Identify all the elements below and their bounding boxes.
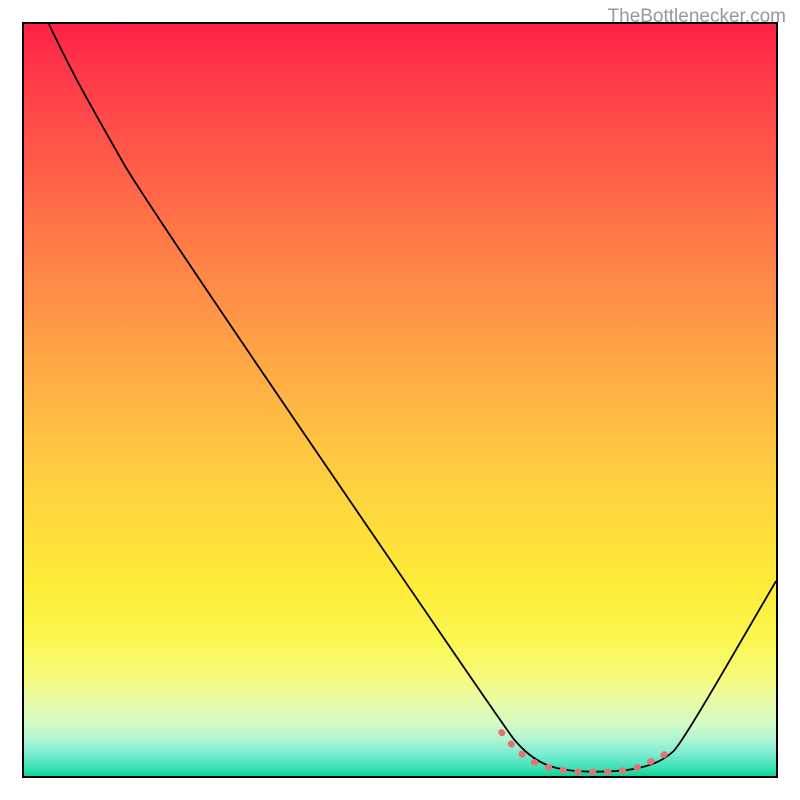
chart-container xyxy=(22,22,778,778)
watermark-text: TheBottlenecker.com xyxy=(608,6,786,28)
gradient-background xyxy=(24,24,776,776)
